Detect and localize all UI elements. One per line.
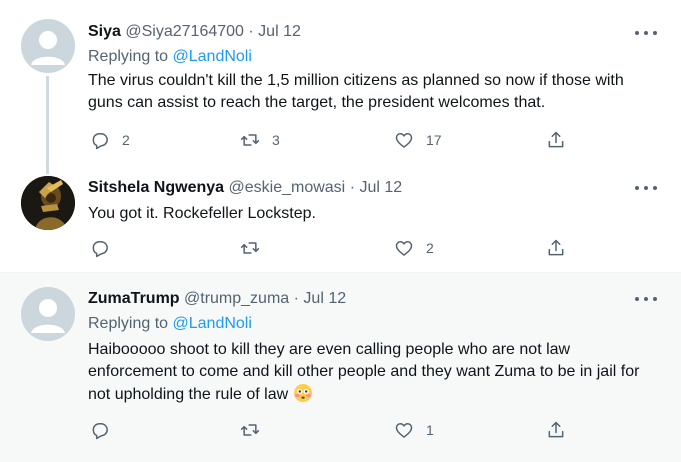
- tweet-text: You got it. Rockefeller Lockstep.: [88, 205, 316, 222]
- default-profile-icon: [31, 31, 65, 65]
- separator-dot: ·: [349, 179, 356, 196]
- retweet-button[interactable]: [240, 419, 272, 441]
- replying-prefix: Replying to: [88, 48, 169, 65]
- tweet-date[interactable]: Jul 12: [359, 179, 402, 196]
- share-button[interactable]: [546, 129, 566, 151]
- mention-link[interactable]: @LandNoli: [173, 48, 252, 65]
- tweet-actions: 2 3 17: [88, 129, 588, 151]
- reply-icon: [92, 241, 108, 258]
- replying-prefix: Replying to: [88, 315, 169, 332]
- display-name[interactable]: Sitshela Ngwenya: [88, 179, 224, 196]
- like-count: 1: [426, 422, 434, 438]
- retweet-button[interactable]: 3: [240, 129, 280, 151]
- reply-count: 2: [122, 132, 130, 148]
- thread-line: [46, 76, 49, 174]
- display-name[interactable]: Siya: [88, 23, 121, 40]
- mention-link[interactable]: @LandNoli: [173, 315, 252, 332]
- reply-button[interactable]: [90, 237, 122, 259]
- retweet-count: 3: [272, 132, 280, 148]
- user-handle[interactable]: @trump_zuma: [184, 290, 289, 307]
- share-icon: [548, 131, 564, 148]
- share-button[interactable]: [546, 419, 566, 441]
- tweet-header: Sitshela Ngwenya @eskie_mowasi · Jul 12: [88, 178, 402, 198]
- tweet-siya[interactable]: Siya @Siya27164700 · Jul 12 Replying to …: [0, 0, 681, 174]
- more-options-icon[interactable]: [635, 289, 657, 309]
- more-options-icon[interactable]: [635, 178, 657, 198]
- heart-icon: [395, 133, 413, 148]
- like-button[interactable]: 17: [394, 129, 442, 151]
- replying-to: Replying to @LandNoli: [88, 47, 252, 67]
- tweet-sitshela[interactable]: Sitshela Ngwenya @eskie_mowasi · Jul 12 …: [0, 166, 681, 272]
- tweet-date[interactable]: Jul 12: [258, 23, 301, 40]
- tweet-header: Siya @Siya27164700 · Jul 12: [88, 22, 301, 42]
- tweet-header: ZumaTrump @trump_zuma · Jul 12: [88, 289, 346, 309]
- like-count: 2: [426, 240, 434, 256]
- heart-icon: [395, 423, 413, 438]
- like-button[interactable]: 1: [394, 419, 434, 441]
- reply-icon: [92, 423, 108, 440]
- heart-icon: [395, 241, 413, 256]
- share-icon: [548, 239, 564, 256]
- retweet-icon: [240, 134, 260, 146]
- tweet-actions: 2: [88, 237, 588, 259]
- retweet-icon: [240, 424, 260, 436]
- default-profile-icon: [31, 299, 65, 333]
- like-count: 17: [426, 132, 442, 148]
- tweet-text: The virus couldn't kill the 1,5 million …: [88, 72, 624, 111]
- separator-dot: ·: [293, 290, 299, 307]
- user-handle[interactable]: @Siya27164700: [125, 23, 244, 40]
- like-button[interactable]: 2: [394, 237, 434, 259]
- retweet-icon: [240, 242, 260, 254]
- replying-to: Replying to @LandNoli: [88, 314, 252, 334]
- tweet-text: Haibooooo shoot to kill they are even ca…: [88, 339, 658, 406]
- display-name[interactable]: ZumaTrump: [88, 290, 180, 307]
- tweet-actions: 1: [88, 419, 588, 441]
- share-button[interactable]: [546, 237, 566, 259]
- reply-button[interactable]: 2: [90, 129, 130, 151]
- share-icon: [548, 421, 564, 438]
- user-handle[interactable]: @eskie_mowasi: [229, 179, 346, 196]
- tweet-zumatrump[interactable]: ZumaTrump @trump_zuma · Jul 12 Replying …: [0, 272, 681, 462]
- avatar[interactable]: [21, 176, 75, 230]
- more-options-icon[interactable]: [635, 23, 657, 43]
- photo-avatar: [21, 176, 75, 230]
- reply-icon: [92, 133, 108, 150]
- avatar[interactable]: [21, 287, 75, 341]
- avatar[interactable]: [21, 19, 75, 73]
- retweet-button[interactable]: [240, 237, 272, 259]
- tweet-text-content: Haibooooo shoot to kill they are even ca…: [88, 341, 640, 403]
- tweet-date[interactable]: Jul 12: [303, 290, 346, 307]
- flushed-face-emoji: [293, 383, 313, 403]
- reply-button[interactable]: [90, 419, 122, 441]
- separator-dot: ·: [248, 23, 254, 40]
